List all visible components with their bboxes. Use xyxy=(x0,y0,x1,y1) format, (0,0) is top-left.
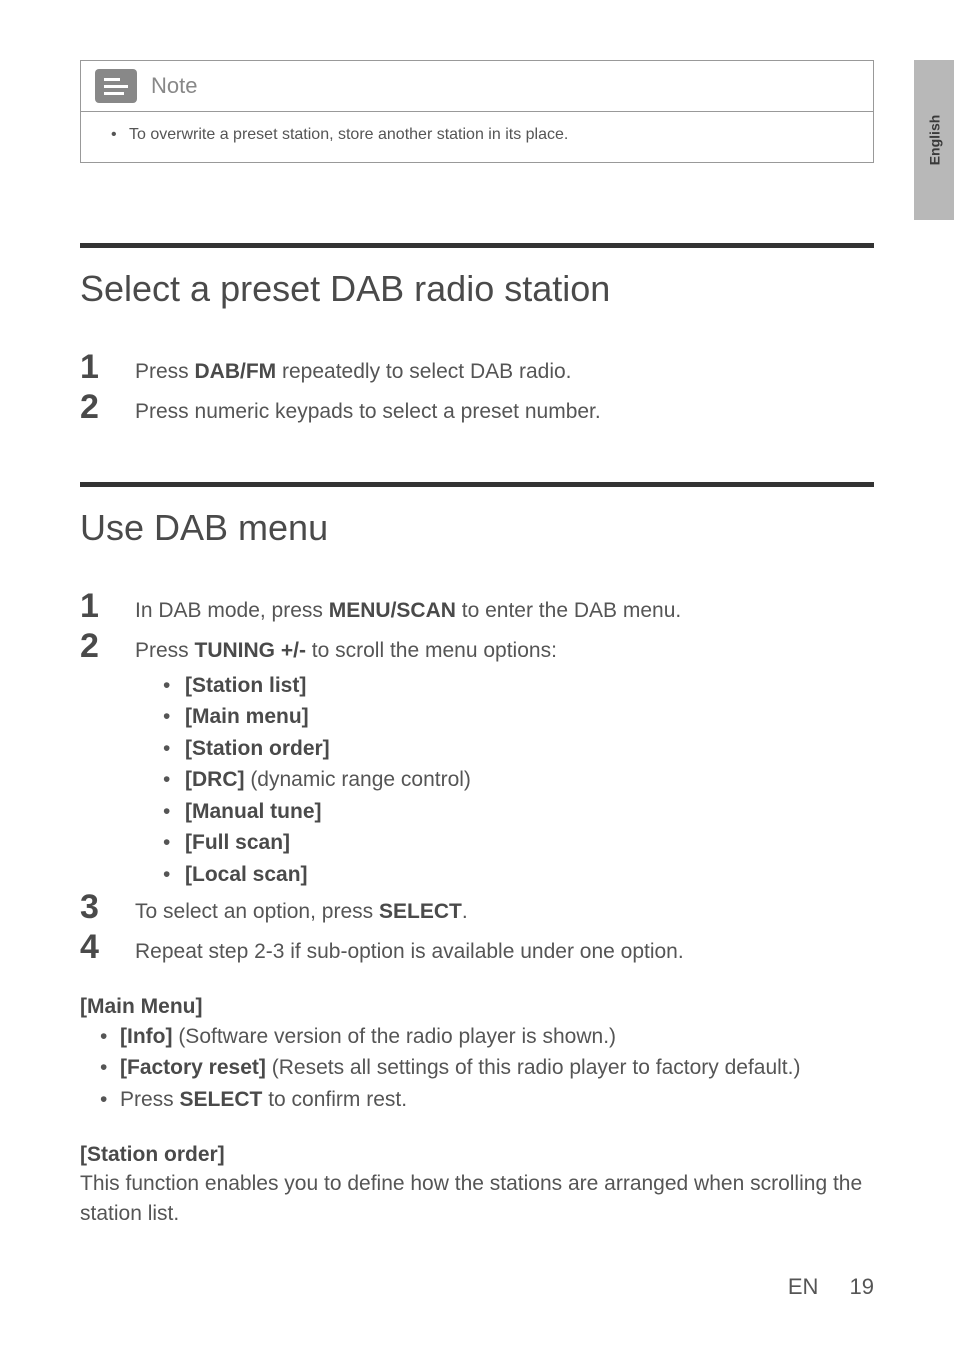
subsection-title: [Station order] xyxy=(80,1143,874,1167)
main-menu-item: [Info] (Software version of the radio pl… xyxy=(80,1021,874,1053)
footer-language: EN xyxy=(788,1274,819,1299)
language-side-tab: English xyxy=(914,60,954,220)
language-label: English xyxy=(926,115,942,166)
step-item: 2 Press numeric keypads to select a pres… xyxy=(80,390,874,426)
menu-options-list: [Station list] [Main menu] [Station orde… xyxy=(155,670,874,891)
step-text: To select an option, press SELECT. xyxy=(135,893,874,926)
step-text: Repeat step 2-3 if sub-option is availab… xyxy=(135,933,874,966)
section-select-preset: Select a preset DAB radio station 1 Pres… xyxy=(80,243,874,427)
section-title: Use DAB menu xyxy=(80,507,874,549)
note-box: Note To overwrite a preset station, stor… xyxy=(80,60,874,163)
menu-option: [Station order] xyxy=(155,733,874,765)
menu-option: [Full scan] xyxy=(155,827,874,859)
step-item: 2 Press TUNING +/- to scroll the menu op… xyxy=(80,629,874,665)
menu-option: [Manual tune] xyxy=(155,796,874,828)
menu-option: [DRC] (dynamic range control) xyxy=(155,764,874,796)
step-item: 4 Repeat step 2-3 if sub-option is avail… xyxy=(80,930,874,966)
main-menu-item: Press SELECT to confirm rest. xyxy=(80,1084,874,1116)
step-item: 1 Press DAB/FM repeatedly to select DAB … xyxy=(80,350,874,386)
page-number: 19 xyxy=(850,1274,874,1299)
step-text: Press DAB/FM repeatedly to select DAB ra… xyxy=(135,353,874,386)
step-number: 3 xyxy=(80,890,135,924)
menu-option: [Station list] xyxy=(155,670,874,702)
section-divider xyxy=(80,482,874,487)
main-menu-subsection: [Main Menu] [Info] (Software version of … xyxy=(80,995,874,1116)
step-text: Press TUNING +/- to scroll the menu opti… xyxy=(135,632,874,665)
step-text: Press numeric keypads to select a preset… xyxy=(135,393,874,426)
menu-option: [Main menu] xyxy=(155,701,874,733)
step-number: 1 xyxy=(80,589,135,623)
note-header: Note xyxy=(81,61,873,112)
section-use-dab-menu: Use DAB menu 1 In DAB mode, press MENU/S… xyxy=(80,482,874,1228)
step-item: 1 In DAB mode, press MENU/SCAN to enter … xyxy=(80,589,874,625)
step-text: In DAB mode, press MENU/SCAN to enter th… xyxy=(135,592,874,625)
step-number: 4 xyxy=(80,930,135,964)
step-number: 2 xyxy=(80,629,135,663)
step-number: 2 xyxy=(80,390,135,424)
note-icon xyxy=(95,69,137,103)
note-item: To overwrite a preset station, store ano… xyxy=(111,126,853,144)
page-footer: EN 19 xyxy=(788,1274,874,1300)
note-body: To overwrite a preset station, store ano… xyxy=(81,112,873,162)
step-item: 3 To select an option, press SELECT. xyxy=(80,890,874,926)
subsection-title: [Main Menu] xyxy=(80,995,874,1019)
main-menu-item: [Factory reset] (Resets all settings of … xyxy=(80,1052,874,1084)
menu-option: [Local scan] xyxy=(155,859,874,891)
note-title: Note xyxy=(151,73,197,99)
section-title: Select a preset DAB radio station xyxy=(80,268,874,310)
subsection-text: This function enables you to define how … xyxy=(80,1169,874,1228)
step-number: 1 xyxy=(80,350,135,384)
section-divider xyxy=(80,243,874,248)
station-order-subsection: [Station order] This function enables yo… xyxy=(80,1143,874,1228)
